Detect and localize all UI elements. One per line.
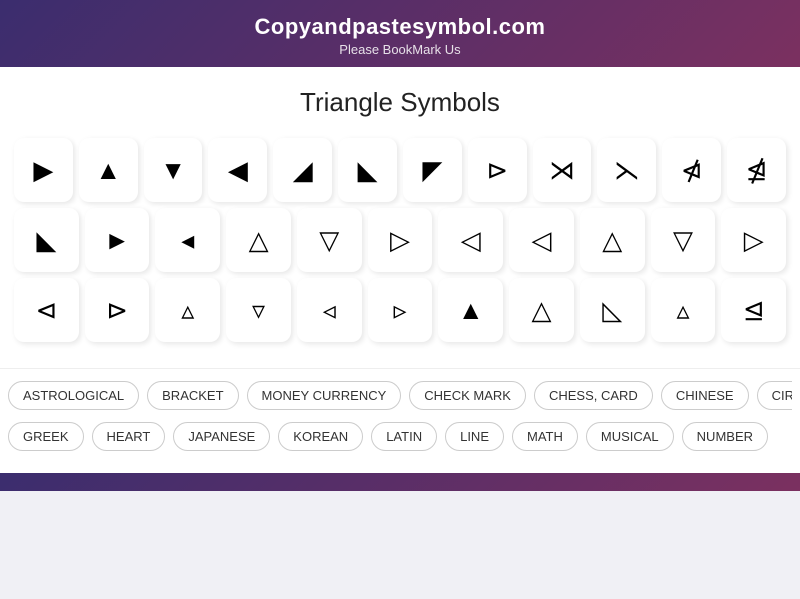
symbol-cell[interactable]: ⊳	[468, 138, 527, 202]
category-tag-check-mark[interactable]: CHECK MARK	[409, 381, 526, 410]
symbol-row-2: ◣ ► ◂ △ ▽ ▷ ◁ ◁ △ ▽ ▷	[14, 208, 786, 272]
symbol-cell[interactable]: ◀	[208, 138, 267, 202]
symbol-cell[interactable]: △	[580, 208, 645, 272]
symbol-cell[interactable]: ⋬	[727, 138, 786, 202]
symbol-cell[interactable]: ▷	[368, 208, 433, 272]
symbol-cell[interactable]: ▵	[155, 278, 220, 342]
main-content: Triangle Symbols ▶ ▲ ▼ ◀ ◢ ◣ ◤ ⊳ ⋊ ⋋ ⋪ ⋬…	[0, 67, 800, 368]
symbol-cell[interactable]: ⋪	[662, 138, 721, 202]
symbol-cell[interactable]: ◢	[273, 138, 332, 202]
site-title: Copyandpastesymbol.com	[10, 14, 790, 40]
categories-section: ASTROLOGICAL BRACKET MONEY CURRENCY CHEC…	[0, 368, 800, 473]
symbol-cell[interactable]: ⊲	[14, 278, 79, 342]
symbol-cell[interactable]: ◃	[297, 278, 362, 342]
category-tag-heart[interactable]: HEART	[92, 422, 166, 451]
page-title: Triangle Symbols	[10, 87, 790, 118]
category-tag-bracket[interactable]: BRACKET	[147, 381, 238, 410]
category-tag-japanese[interactable]: JAPANESE	[173, 422, 270, 451]
symbol-cell[interactable]: ▵	[651, 278, 716, 342]
symbol-cell[interactable]: △	[226, 208, 291, 272]
symbol-cell[interactable]: ◁	[509, 208, 574, 272]
symbol-row-1: ▶ ▲ ▼ ◀ ◢ ◣ ◤ ⊳ ⋊ ⋋ ⋪ ⋬	[14, 138, 786, 202]
category-tag-latin[interactable]: LATIN	[371, 422, 437, 451]
symbol-cell[interactable]: ▽	[297, 208, 362, 272]
symbol-cell[interactable]: △	[509, 278, 574, 342]
category-tag-money-currency[interactable]: MONEY CURRENCY	[247, 381, 402, 410]
category-tag-korean[interactable]: KOREAN	[278, 422, 363, 451]
symbol-cell[interactable]: ▹	[368, 278, 433, 342]
category-tag-chess-card[interactable]: CHESS, CARD	[534, 381, 653, 410]
symbol-cell[interactable]: ◁	[438, 208, 503, 272]
symbol-cell[interactable]: ▲	[438, 278, 503, 342]
category-tag-math[interactable]: MATH	[512, 422, 578, 451]
site-subtitle: Please BookMark Us	[10, 42, 790, 57]
categories-row-1: ASTROLOGICAL BRACKET MONEY CURRENCY CHEC…	[8, 381, 792, 414]
category-tag-greek[interactable]: GREEK	[8, 422, 84, 451]
symbol-cell[interactable]: ▽	[651, 208, 716, 272]
symbol-row-3: ⊲ ⊳ ▵ ▿ ◃ ▹ ▲ △ ◺ ▵ ⊴	[14, 278, 786, 342]
symbol-cell[interactable]: ▲	[79, 138, 138, 202]
categories-row-2: GREEK HEART JAPANESE KOREAN LATIN LINE M…	[8, 422, 792, 455]
symbol-cell[interactable]: ◣	[338, 138, 397, 202]
symbol-cell[interactable]: ▶	[14, 138, 73, 202]
category-tag-circle[interactable]: CIRCLE	[757, 381, 792, 410]
symbol-cell[interactable]: ◤	[403, 138, 462, 202]
symbol-cell[interactable]: ▼	[144, 138, 203, 202]
symbol-cell[interactable]: ⊳	[85, 278, 150, 342]
symbol-cell[interactable]: ⋊	[533, 138, 592, 202]
symbol-cell[interactable]: ◺	[580, 278, 645, 342]
category-tag-line[interactable]: LINE	[445, 422, 504, 451]
symbol-cell[interactable]: ◣	[14, 208, 79, 272]
category-tag-number[interactable]: NUMBER	[682, 422, 768, 451]
symbol-cell[interactable]: ►	[85, 208, 150, 272]
footer-bar	[0, 473, 800, 491]
symbol-cell[interactable]: ⊴	[721, 278, 786, 342]
symbol-cell[interactable]: ◂	[155, 208, 220, 272]
category-tag-chinese[interactable]: CHINESE	[661, 381, 749, 410]
category-tag-musical[interactable]: MUSICAL	[586, 422, 674, 451]
site-header: Copyandpastesymbol.com Please BookMark U…	[0, 0, 800, 67]
symbol-cell[interactable]: ▿	[226, 278, 291, 342]
symbol-cell[interactable]: ▷	[721, 208, 786, 272]
category-tag-astrological[interactable]: ASTROLOGICAL	[8, 381, 139, 410]
symbol-grid: ▶ ▲ ▼ ◀ ◢ ◣ ◤ ⊳ ⋊ ⋋ ⋪ ⋬ ◣ ► ◂ △ ▽ ▷ ◁ ◁ …	[10, 138, 790, 342]
symbol-cell[interactable]: ⋋	[597, 138, 656, 202]
